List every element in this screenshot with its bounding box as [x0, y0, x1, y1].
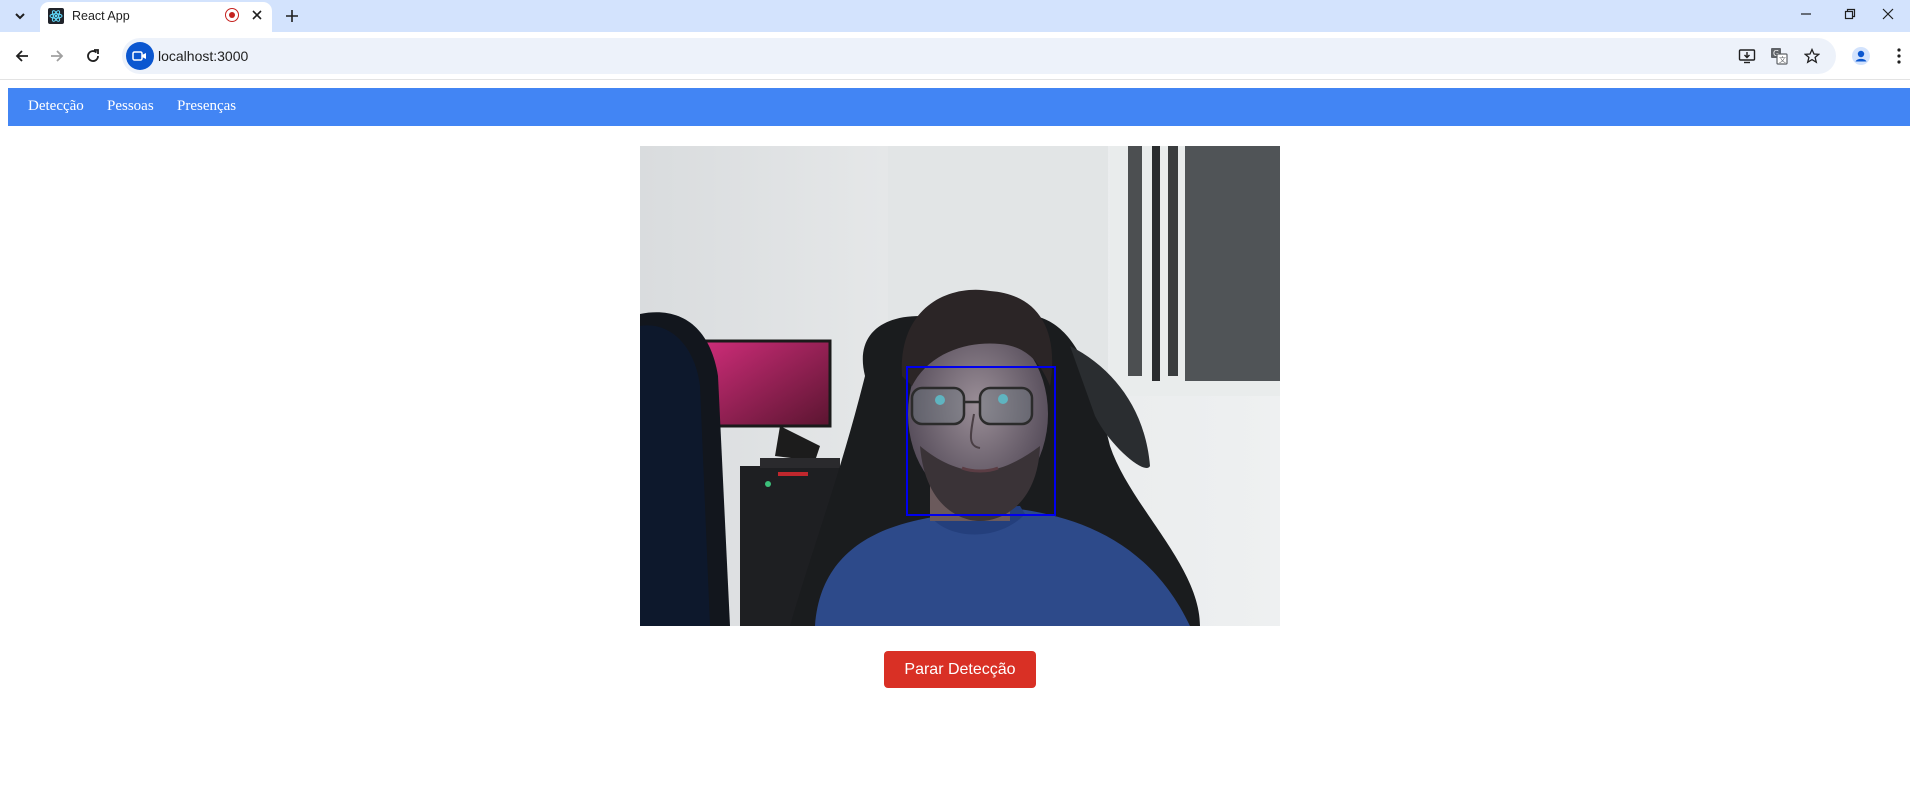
url-text: localhost:3000: [158, 48, 249, 64]
back-button[interactable]: [10, 44, 34, 68]
tab-close-button[interactable]: [248, 6, 266, 24]
plus-icon: [286, 10, 298, 22]
svg-text:文: 文: [1779, 55, 1786, 64]
new-tab-button[interactable]: [280, 4, 304, 28]
face-bounding-box: [906, 366, 1056, 516]
restore-icon: [1844, 8, 1856, 20]
stop-detection-button[interactable]: Parar Detecção: [884, 651, 1036, 688]
close-icon: [252, 10, 262, 20]
reload-button[interactable]: [81, 44, 105, 68]
nav-link-presencas[interactable]: Presenças: [177, 98, 236, 115]
minimize-icon: [1801, 13, 1811, 15]
address-bar[interactable]: localhost:3000 G文: [122, 38, 1836, 74]
nav-link-deteccao[interactable]: Detecção: [28, 98, 84, 115]
tab-strip: React App: [0, 0, 1910, 32]
chevron-down-icon: [15, 13, 25, 20]
camera-icon[interactable]: [126, 42, 154, 70]
profile-icon[interactable]: [1849, 44, 1873, 68]
browser-toolbar: localhost:3000 G文: [0, 32, 1910, 80]
active-tab[interactable]: React App: [40, 2, 272, 32]
webcam-video: [640, 146, 1280, 626]
recording-icon: [225, 8, 239, 22]
install-app-icon[interactable]: [1736, 45, 1758, 67]
close-icon: [1882, 8, 1894, 20]
forward-button[interactable]: [45, 44, 69, 68]
arrow-right-icon: [51, 50, 64, 62]
react-icon: [48, 8, 64, 24]
translate-icon[interactable]: G文: [1768, 45, 1790, 67]
star-icon[interactable]: [1801, 45, 1823, 67]
app-navbar: Detecção Pessoas Presenças: [8, 88, 1910, 126]
arrow-left-icon: [15, 50, 28, 62]
minimize-button[interactable]: [1784, 0, 1828, 28]
nav-link-pessoas[interactable]: Pessoas: [107, 98, 154, 115]
more-vert-icon[interactable]: [1887, 44, 1910, 68]
reload-icon: [87, 49, 99, 62]
tab-search-button[interactable]: [8, 4, 32, 28]
tab-title: React App: [72, 9, 130, 23]
close-window-button[interactable]: [1866, 0, 1910, 28]
